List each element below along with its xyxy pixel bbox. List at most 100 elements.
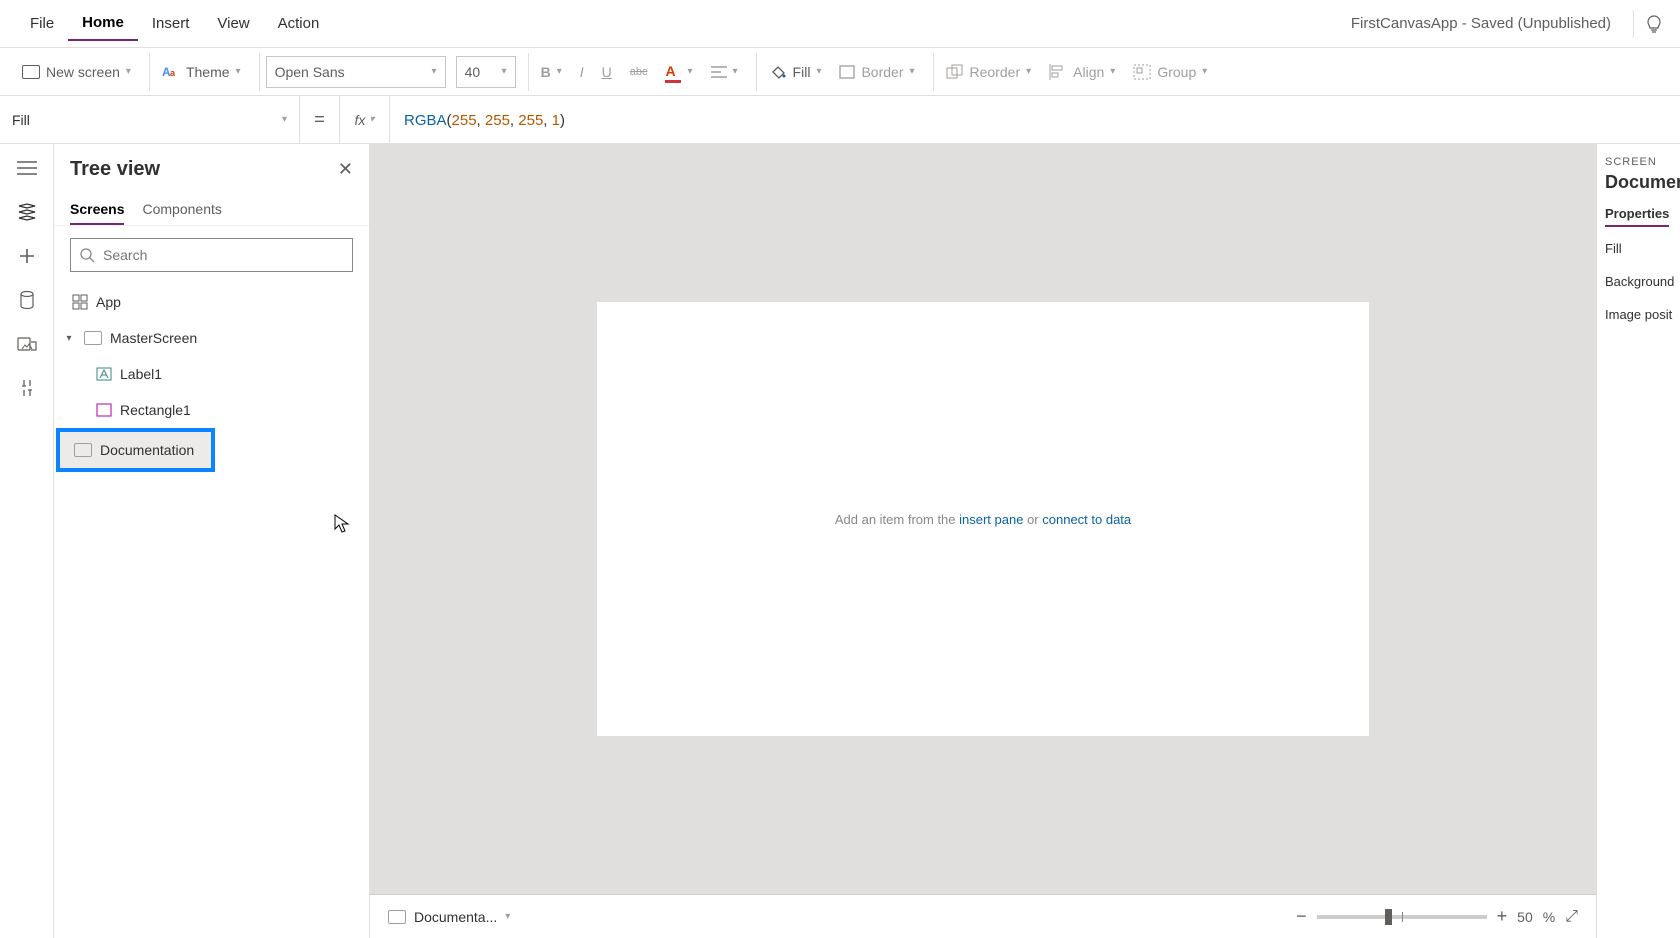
underline-button[interactable]: U [596, 60, 618, 84]
svg-text:a: a [170, 68, 176, 78]
tree-item-label: Label1 [120, 366, 162, 382]
tree-item-label: Rectangle1 [120, 402, 191, 418]
reorder-button[interactable]: Reorder ▾ [940, 60, 1038, 84]
align-icon [711, 65, 727, 79]
connect-data-link[interactable]: connect to data [1042, 512, 1131, 527]
close-icon[interactable]: ✕ [338, 159, 353, 180]
zoom-slider[interactable] [1317, 915, 1487, 919]
chevron-down-icon: ▾ [282, 114, 287, 125]
equals-cell: = [300, 96, 340, 143]
screen-icon [74, 443, 92, 457]
screen-icon [388, 910, 406, 924]
right-panel-name: Document [1605, 172, 1672, 193]
menu-action[interactable]: Action [264, 7, 334, 40]
theme-icon: Aa [162, 63, 180, 81]
media-icon[interactable] [15, 332, 39, 356]
strike-button[interactable]: abc [624, 62, 654, 82]
insert-pane-link[interactable]: insert pane [959, 512, 1023, 527]
font-name: Open Sans [275, 64, 345, 80]
new-screen-button[interactable]: New screen ▾ [16, 60, 137, 84]
zoom-in-button[interactable]: + [1497, 906, 1508, 927]
paint-bucket-icon [769, 63, 787, 81]
prop-background[interactable]: Background [1605, 274, 1672, 289]
screen-icon [84, 331, 102, 345]
border-icon [839, 65, 855, 79]
app-icon [72, 294, 88, 310]
tree-item-documentation[interactable]: Documentation [60, 432, 211, 468]
zoom-thumb[interactable] [1385, 909, 1392, 925]
search-input[interactable] [103, 247, 344, 263]
group-button[interactable]: Group ▾ [1127, 60, 1213, 84]
tree-item-label: MasterScreen [110, 330, 197, 346]
chevron-down-icon: ▾ [432, 66, 437, 77]
chevron-down-icon[interactable]: ▾ [62, 333, 76, 344]
screen-name: Documenta... [414, 909, 497, 925]
chevron-down-icon: ▾ [816, 66, 821, 77]
italic-button[interactable]: I [574, 60, 590, 84]
menu-view[interactable]: View [203, 7, 263, 40]
theme-button[interactable]: Aa Theme ▾ [156, 59, 247, 85]
chevron-down-icon: ▾ [502, 66, 507, 77]
menu-insert[interactable]: Insert [138, 7, 204, 40]
border-label: Border [861, 64, 903, 80]
fx-label: fx [355, 112, 366, 128]
align-text-button[interactable]: ▾ [705, 61, 744, 83]
chevron-down-icon: ▾ [505, 911, 510, 922]
fit-to-window-icon[interactable]: ⤢ [1565, 908, 1578, 926]
reorder-icon [946, 64, 964, 80]
prop-image-position[interactable]: Image posit [1605, 307, 1672, 322]
reorder-label: Reorder [970, 64, 1021, 80]
tab-properties[interactable]: Properties [1605, 206, 1669, 227]
data-icon[interactable] [15, 288, 39, 312]
fx-button[interactable]: fx ▾ [340, 96, 390, 143]
group-icon [1133, 64, 1151, 80]
font-size-select[interactable]: 40 ▾ [456, 56, 516, 88]
prop-fill[interactable]: Fill [1605, 241, 1672, 256]
font-color-icon: A [665, 63, 681, 81]
screen-icon [22, 65, 40, 79]
canvas-hint: Add an item from the insert pane or conn… [835, 512, 1131, 527]
font-color-button[interactable]: A ▾ [659, 59, 698, 85]
font-select[interactable]: Open Sans ▾ [266, 56, 446, 88]
canvas-screen[interactable]: Add an item from the insert pane or conn… [597, 302, 1369, 736]
chevron-down-icon: ▾ [236, 66, 241, 77]
align-label: Align [1073, 64, 1104, 80]
menu-home[interactable]: Home [68, 6, 138, 41]
property-label: Fill [12, 112, 30, 128]
tree-item-label: App [96, 294, 121, 310]
tree-search[interactable] [70, 238, 353, 272]
tree-item-rectangle1[interactable]: Rectangle1 [54, 392, 369, 428]
hamburger-icon[interactable] [15, 156, 39, 180]
group-label: Group [1157, 64, 1196, 80]
align-button[interactable]: Align ▾ [1043, 60, 1121, 84]
bold-button[interactable]: B▾ [535, 60, 568, 84]
fill-label: Fill [793, 64, 811, 80]
new-screen-label: New screen [46, 64, 120, 80]
align-obj-icon [1049, 64, 1067, 80]
tree-view-icon[interactable] [15, 200, 39, 224]
tree-item-app[interactable]: App [54, 284, 369, 320]
formula-input[interactable]: RGBA(255, 255, 255, 1) [390, 111, 1680, 129]
rectangle-icon [96, 403, 112, 417]
formula-fn: RGBA [404, 112, 447, 129]
app-checker-icon[interactable] [1644, 14, 1664, 34]
zoom-value: 50 [1517, 909, 1533, 925]
tree-view-title: Tree view [70, 158, 160, 181]
label-icon [96, 366, 112, 382]
zoom-pct: % [1543, 909, 1555, 925]
divider [1633, 10, 1634, 38]
tab-components[interactable]: Components [142, 195, 221, 225]
insert-icon[interactable] [15, 244, 39, 268]
advanced-tools-icon[interactable] [15, 376, 39, 400]
screen-selector[interactable]: Documenta... ▾ [388, 909, 510, 925]
menu-file[interactable]: File [16, 7, 68, 40]
font-size: 40 [465, 64, 481, 80]
fill-button[interactable]: Fill ▾ [763, 59, 828, 85]
tree-item-label1[interactable]: Label1 [54, 356, 369, 392]
property-select[interactable]: Fill ▾ [0, 96, 300, 143]
tree-item-masterscreen[interactable]: ▾ MasterScreen [54, 320, 369, 356]
border-button[interactable]: Border ▾ [833, 60, 920, 84]
zoom-out-button[interactable]: − [1296, 906, 1307, 927]
search-icon [79, 247, 95, 263]
tab-screens[interactable]: Screens [70, 195, 124, 225]
